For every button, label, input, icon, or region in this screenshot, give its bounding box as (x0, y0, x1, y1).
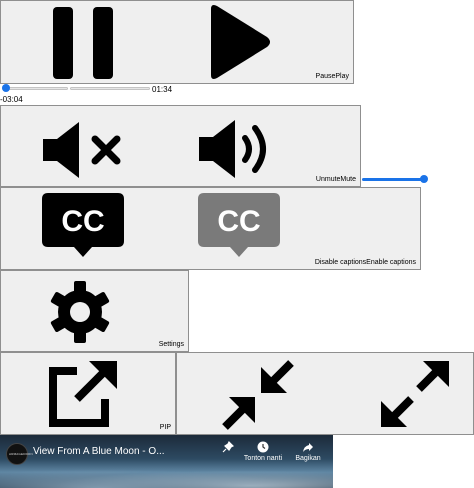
progress-thumb[interactable] (2, 84, 10, 92)
play-icon[interactable] (207, 3, 273, 81)
captions-off-icon[interactable]: CC (198, 193, 280, 265)
watch-later-button[interactable]: Tonton nanti (241, 441, 285, 462)
channel-avatar-text: ARMAGEDDON (9, 452, 33, 456)
captions-on-icon[interactable]: CC (42, 193, 124, 265)
mute-label: UnmuteMute (315, 176, 356, 183)
share-label: Bagikan (295, 455, 321, 462)
video-title[interactable]: View From A Blue Moon - O... (33, 446, 165, 457)
watch-later-label: Tonton nanti (243, 455, 283, 462)
settings-button[interactable]: Settings (0, 270, 189, 352)
gear-icon[interactable] (47, 279, 113, 345)
settings-label: Settings (158, 341, 184, 348)
cc-off-text: CC (217, 205, 260, 238)
pause-icon[interactable] (51, 7, 115, 79)
volume-thumb[interactable] (420, 175, 428, 183)
muted-speaker-icon[interactable] (43, 122, 125, 178)
remaining-time: -03:04 (0, 95, 23, 104)
cc-on-text: CC (61, 205, 104, 238)
pip-button[interactable]: PIP (0, 352, 176, 435)
mute-controls: UnmuteMute (0, 105, 361, 187)
channel-avatar[interactable]: ARMAGEDDON (6, 443, 33, 465)
current-time: 01:34 (152, 85, 173, 94)
share-button[interactable]: Bagikan (286, 441, 330, 462)
caption-controls: CC CC Disable captionsEnable captions (0, 187, 421, 270)
clock-icon (257, 441, 269, 453)
share-icon (303, 443, 313, 452)
exit-fullscreen-icon[interactable] (221, 359, 295, 431)
captions-label: Disable captionsEnable captions (314, 259, 416, 266)
youtube-embed[interactable]: ARMAGEDDON View From A Blue Moon - O... … (0, 435, 333, 488)
pause-play-label: PausePlay (315, 73, 349, 80)
enter-fullscreen-icon[interactable] (379, 359, 451, 429)
fullscreen-controls (176, 352, 474, 435)
pin-icon (222, 441, 234, 453)
pause-play-controls: PausePlay (0, 0, 354, 84)
speaker-icon[interactable] (199, 118, 279, 180)
buffer-track[interactable] (70, 87, 150, 90)
video-thumbnail (0, 466, 333, 488)
pip-icon[interactable] (47, 359, 119, 429)
pip-label: PIP (159, 424, 171, 431)
volume-slider[interactable] (362, 178, 424, 181)
progress-track[interactable] (2, 87, 68, 90)
